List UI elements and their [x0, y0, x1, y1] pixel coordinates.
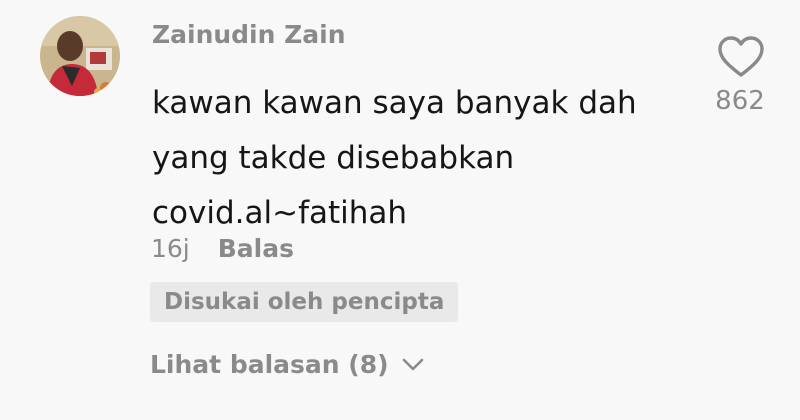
comment-text: kawan kawan saya banyak dah yang takde d… [152, 76, 682, 241]
comment-timestamp: 16j [151, 234, 190, 263]
comment-text-line: kawan kawan saya banyak dah [152, 85, 637, 121]
comment-text-line: yang takde disebabkan [152, 140, 515, 176]
heart-outline-icon [718, 36, 764, 77]
comment-meta: 16j Balas [151, 234, 294, 263]
view-replies-label: Lihat balasan (8) [150, 350, 389, 379]
like-count: 862 [715, 86, 765, 116]
comment-author[interactable]: Zainudin Zain [152, 20, 346, 49]
view-replies-button[interactable]: Lihat balasan (8) [150, 350, 425, 379]
avatar-image [40, 16, 120, 96]
comment-text-line: covid.al~fatihah [152, 195, 408, 231]
like-button[interactable] [716, 34, 766, 80]
chevron-down-icon [402, 358, 423, 370]
liked-by-creator-badge: Disukai oleh pencipta [150, 282, 459, 322]
reply-button[interactable]: Balas [218, 234, 294, 263]
comment-item: Zainudin Zain kawan kawan saya banyak da… [0, 0, 800, 420]
avatar[interactable] [40, 16, 120, 96]
